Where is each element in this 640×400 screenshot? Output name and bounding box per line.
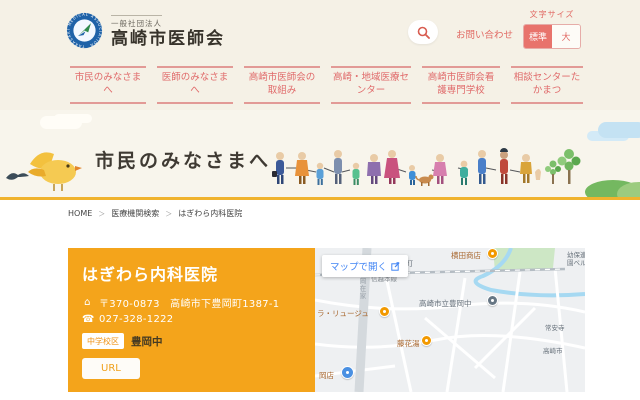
map-label-railway: 信越本線 (371, 276, 397, 284)
breadcrumb-current-page: はぎわら内科医院 (178, 208, 242, 219)
hero-banner: 市民のみなさまへ (0, 110, 640, 200)
clinic-url-button[interactable]: URL (82, 358, 140, 379)
map-label-kindergarten: 幼保連携園ベル (567, 252, 585, 268)
bird-icon (24, 146, 86, 194)
nav-item-doctors[interactable]: 医師のみなさまへ (157, 66, 233, 104)
breadcrumb-separator: ＞ (98, 209, 105, 219)
external-link-icon (391, 262, 400, 271)
cloud-icon (598, 122, 640, 138)
clinic-info-card: はぎわら内科医院 ⌂ 〒370-0873 高崎市下豊岡町1387-1 ☎ 027… (68, 248, 315, 392)
breadcrumb: HOME ＞ 医療機関検索 ＞ はぎわら内科医院 (68, 208, 242, 219)
map-label-city: 高崎市 (543, 348, 563, 356)
clinic-name: はぎわら内科医院 (82, 261, 301, 285)
poi-marker-school[interactable] (487, 295, 498, 306)
map-label-oka-store: 岡店 (319, 370, 334, 381)
map-label-temple: 常安寺 (545, 325, 565, 333)
medical-association-logo-icon: TAKASAKI MEDICAL ASSOCIATION (66, 12, 103, 49)
org-type-label: 一般社団法人 (111, 15, 162, 29)
breadcrumb-home[interactable]: HOME (68, 209, 92, 218)
poi-marker-lareuge[interactable] (379, 306, 390, 317)
cloud-icon (40, 116, 82, 129)
font-size-control: 文字サイズ 標準 大 (523, 9, 581, 49)
breadcrumb-search[interactable]: 医療機関検索 (111, 208, 159, 219)
nav-item-consultation-center[interactable]: 相談センターたかまつ (511, 66, 583, 104)
main-nav: 市民のみなさまへ 医師のみなさまへ 高崎市医師会の取組み 高崎・地域医療センター… (0, 60, 640, 110)
breadcrumb-separator: ＞ (165, 209, 172, 219)
home-icon: ⌂ (82, 298, 93, 308)
poi-marker-oka-store[interactable] (341, 366, 354, 379)
map-label-school: 高崎市立豊岡中 (419, 298, 472, 309)
nav-item-initiatives[interactable]: 高崎市医師会の取組み (244, 66, 320, 104)
font-size-large-button[interactable]: 大 (552, 25, 580, 48)
site-titles: 一般社団法人 高崎市医師会 (111, 11, 225, 50)
school-district-badge: 中学校区 (82, 333, 124, 349)
clinic-phone: 027-328-1222 (99, 314, 173, 325)
site-title: 高崎市医師会 (111, 30, 225, 50)
nav-item-medical-center[interactable]: 高崎・地域医療センター (331, 66, 411, 104)
nav-item-nursing-school[interactable]: 高崎市医師会看護専門学校 (422, 66, 500, 104)
poi-marker-bathhouse[interactable] (421, 335, 432, 346)
font-size-label: 文字サイズ (523, 9, 581, 20)
search-icon (417, 26, 430, 39)
search-button[interactable] (408, 20, 438, 44)
page: TAKASAKI MEDICAL ASSOCIATION 一般社団法人 高崎市医… (0, 0, 640, 400)
font-size-standard-button[interactable]: 標準 (524, 25, 552, 48)
nav-item-citizens[interactable]: 市民のみなさまへ (70, 66, 146, 104)
page-title: 市民のみなさまへ (95, 146, 271, 173)
tree-and-hill-illustration (555, 140, 640, 198)
map-panel[interactable]: マップで開く 上豊岡町 横田商店 幼保連携園ベル 信越本線 豊岡在家 ラ・リュー… (315, 248, 585, 392)
poi-marker-yokota[interactable] (487, 248, 498, 259)
map-label-lareuge: ラ・リュージュ (317, 308, 369, 319)
school-district-value: 豊岡中 (131, 334, 163, 349)
open-in-map-label: マップで開く (330, 259, 387, 273)
map-label-yokota-store: 横田商店 (451, 250, 481, 261)
contact-link[interactable]: お問い合わせ (456, 27, 513, 41)
phone-icon: ☎ (82, 315, 93, 325)
people-illustration (272, 138, 572, 196)
site-logo[interactable]: TAKASAKI MEDICAL ASSOCIATION 一般社団法人 高崎市医… (66, 11, 225, 50)
map-label-bathhouse: 藤花湯 (397, 338, 420, 349)
clinic-address: 〒370-0873 高崎市下豊岡町1387-1 (99, 295, 279, 310)
open-in-map-button[interactable]: マップで開く (322, 255, 408, 277)
header: TAKASAKI MEDICAL ASSOCIATION 一般社団法人 高崎市医… (0, 0, 640, 60)
